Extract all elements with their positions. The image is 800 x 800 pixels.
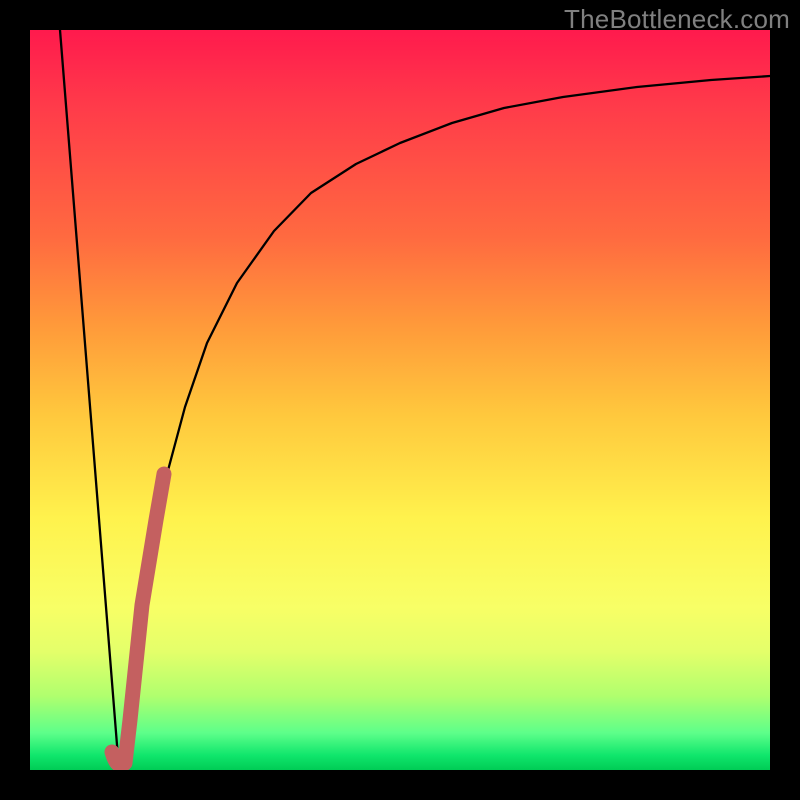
left-line xyxy=(60,30,119,770)
chart-frame: TheBottleneck.com xyxy=(0,0,800,800)
plot-area xyxy=(30,30,770,770)
rising-curve xyxy=(119,76,770,770)
highlight-segment xyxy=(112,474,164,765)
chart-svg xyxy=(30,30,770,770)
